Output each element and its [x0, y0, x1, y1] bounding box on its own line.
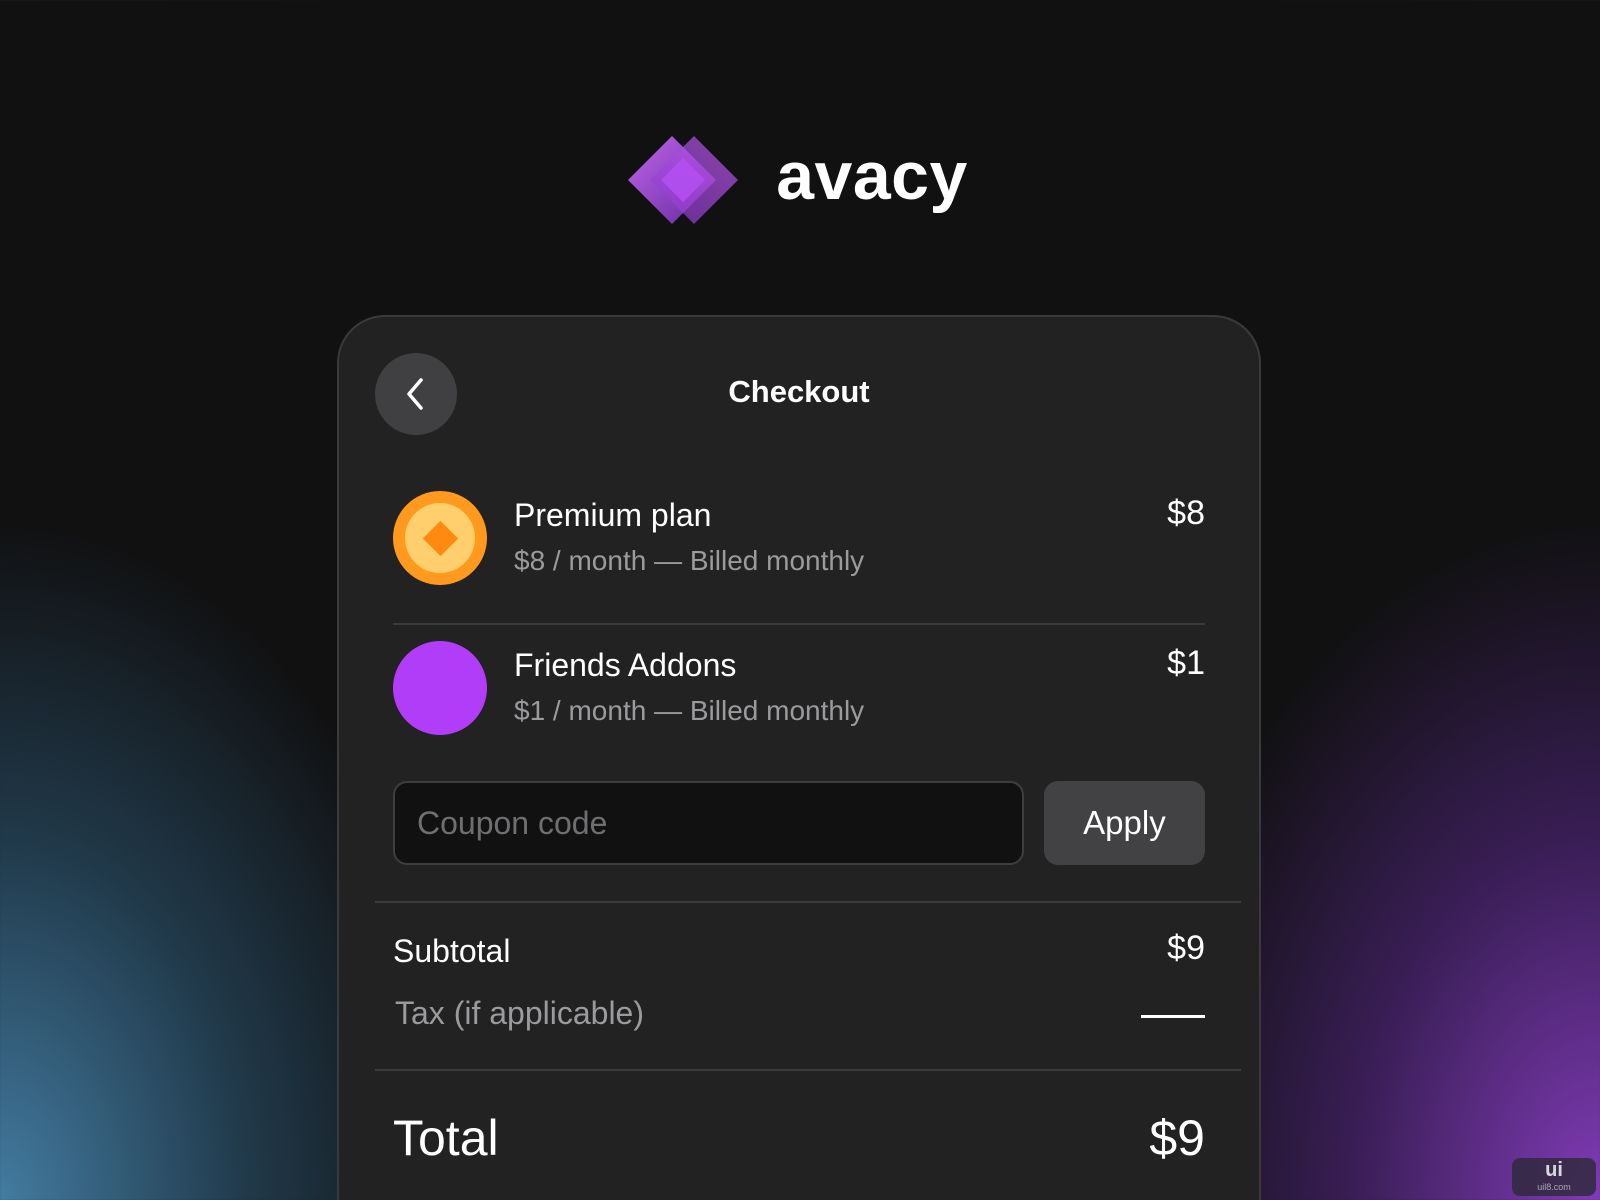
premium-plan-icon — [393, 491, 487, 585]
watermark-sub: uil8.com — [1537, 1182, 1571, 1192]
brand-name: avacy — [776, 138, 968, 214]
list-item: Premium plan $8 / month — Billed monthly… — [393, 475, 1205, 623]
coupon-input[interactable] — [393, 781, 1024, 865]
page-title: Checkout — [728, 374, 870, 409]
subtotal-label: Subtotal — [393, 933, 511, 969]
order-items: Premium plan $8 / month — Billed monthly… — [339, 475, 1259, 865]
item-price: $1 — [1167, 644, 1205, 682]
total-row: Total $9 — [339, 1071, 1259, 1200]
total-label: Total — [393, 1110, 499, 1166]
subtotal-value: $9 — [1167, 929, 1205, 967]
tax-label: Tax (if applicable) — [395, 995, 644, 1031]
checkout-card: Checkout Premium plan $8 / month — Bille… — [337, 315, 1261, 1200]
checkout-header: Checkout — [339, 317, 1259, 475]
item-description: $8 / month — Billed monthly — [514, 545, 865, 576]
list-item: Friends Addons $1 / month — Billed month… — [393, 625, 1205, 773]
watermark-badge: ui uil8.com — [1512, 1158, 1596, 1196]
item-description: $1 / month — Billed monthly — [514, 695, 865, 726]
item-price: $8 — [1167, 494, 1205, 532]
total-value: $9 — [1149, 1110, 1205, 1166]
watermark-main: ui — [1545, 1159, 1563, 1181]
tax-value-dash — [1141, 1015, 1205, 1018]
price-summary: Subtotal $9 Tax (if applicable) — [339, 903, 1259, 1069]
friends-addons-icon — [393, 641, 487, 735]
coupon-row: Apply — [393, 781, 1205, 865]
item-name: Friends Addons — [514, 647, 737, 683]
apply-button[interactable]: Apply — [1043, 781, 1205, 865]
item-name: Premium plan — [514, 497, 712, 533]
avacy-logo-icon — [628, 136, 739, 224]
brand-header: avacy — [0, 130, 1600, 234]
